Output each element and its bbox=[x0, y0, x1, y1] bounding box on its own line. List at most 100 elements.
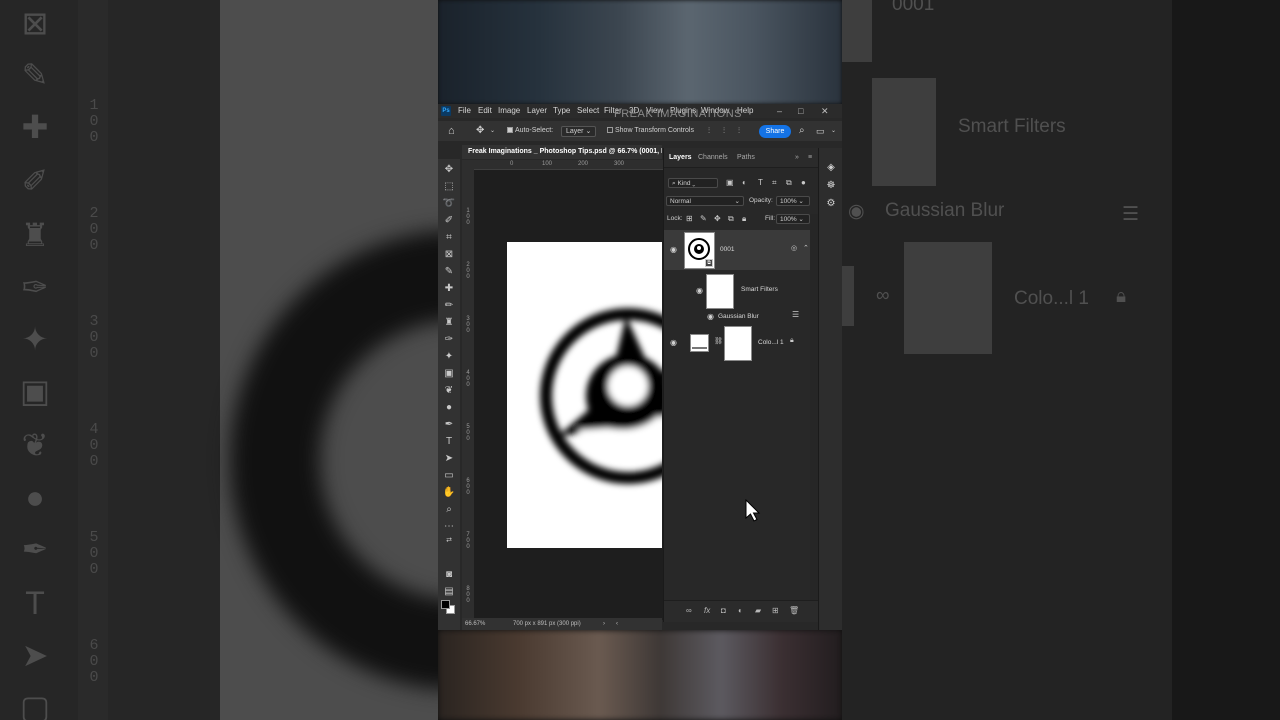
lasso-tool-icon[interactable]: ➰ bbox=[442, 197, 456, 211]
move-tool-icon[interactable]: ✥ bbox=[476, 121, 484, 141]
layer-row-0001[interactable]: ◉ ⧉ 0001 ◎ ⌃ bbox=[664, 230, 810, 270]
tab-layers[interactable]: Layers bbox=[669, 148, 692, 168]
chevron-down-icon[interactable]: ⌄ bbox=[490, 121, 495, 141]
align-center-icon[interactable]: ⫶ bbox=[723, 121, 725, 141]
show-transform-toggle[interactable]: Show Transform Controls bbox=[607, 121, 694, 141]
menu-select[interactable]: Select bbox=[577, 104, 599, 118]
search-icon[interactable]: ⌕ bbox=[799, 121, 805, 141]
collapse-panel-icon[interactable]: » bbox=[795, 148, 799, 168]
filter-adjustment-icon[interactable]: ◐ bbox=[742, 175, 747, 191]
swap-colors-icon[interactable]: ⇄ bbox=[442, 534, 456, 548]
delete-layer-icon[interactable]: 🗑︎ bbox=[789, 606, 799, 615]
clone-stamp-tool-icon[interactable]: ♜ bbox=[442, 316, 456, 330]
tab-paths[interactable]: Paths bbox=[737, 148, 755, 168]
lock-position-icon[interactable]: ✥ bbox=[714, 211, 721, 227]
properties-panel-icon[interactable]: ⚙ bbox=[824, 197, 838, 211]
menu-image[interactable]: Image bbox=[498, 104, 520, 118]
visibility-eye-icon[interactable]: ◉ bbox=[695, 286, 704, 295]
gaussian-blur-label[interactable]: Gaussian Blur bbox=[718, 313, 759, 320]
quick-select-tool-icon[interactable]: ✐ bbox=[442, 214, 456, 228]
foreground-color-swatch[interactable] bbox=[441, 600, 450, 609]
workspace-chevron-icon[interactable]: ⌄ bbox=[831, 121, 836, 141]
brush-tool-icon[interactable]: ✏ bbox=[442, 299, 456, 313]
lock-artboard-icon[interactable]: ⧉ bbox=[728, 211, 734, 227]
gaussian-blur-row[interactable]: ◉ Gaussian Blur ☰ bbox=[664, 310, 810, 322]
opacity-field[interactable]: 100% ⌄ bbox=[776, 196, 810, 206]
collapse-chevron-icon[interactable]: ⌃ bbox=[803, 244, 809, 252]
panel-menu-icon[interactable]: ≡ bbox=[808, 148, 812, 168]
lock-transparent-icon[interactable]: ⊞ bbox=[686, 211, 693, 227]
filter-smart-object-icon[interactable]: ⧉ bbox=[786, 175, 792, 191]
new-layer-icon[interactable]: ⊞ bbox=[772, 606, 779, 615]
marquee-tool-icon[interactable]: ⬚ bbox=[442, 180, 456, 194]
zoom-level[interactable]: 66.67% bbox=[465, 618, 485, 630]
show-transform-checkbox[interactable] bbox=[607, 127, 613, 134]
frame-tool-icon[interactable]: ⊠ bbox=[442, 248, 456, 262]
visibility-eye-icon[interactable]: ◉ bbox=[669, 338, 678, 347]
align-right-icon[interactable]: ⫶ bbox=[738, 121, 740, 141]
menu-file[interactable]: File bbox=[458, 104, 471, 118]
rectangle-tool-icon[interactable]: ▭ bbox=[442, 469, 456, 483]
smart-filter-mask-thumbnail[interactable] bbox=[706, 274, 734, 309]
close-button[interactable]: ✕ bbox=[821, 104, 829, 118]
fill-field[interactable]: 100% ⌄ bbox=[776, 214, 810, 224]
hand-tool-icon[interactable]: ✋ bbox=[442, 486, 456, 500]
move-tool-icon[interactable]: ✥ bbox=[442, 163, 456, 177]
filter-type-icon[interactable]: T bbox=[758, 175, 763, 191]
history-brush-tool-icon[interactable]: ✑ bbox=[442, 333, 456, 347]
align-left-icon[interactable]: ⫶ bbox=[708, 121, 710, 141]
status-chevron-icon[interactable]: › bbox=[603, 618, 605, 630]
auto-select-target-dropdown[interactable]: Layer ⌄ bbox=[561, 126, 597, 137]
menu-edit[interactable]: Edit bbox=[478, 104, 492, 118]
document-tab[interactable]: Freak Imaginations _ Photoshop Tips.psd … bbox=[462, 145, 662, 159]
add-mask-icon[interactable]: ◘ bbox=[721, 606, 726, 615]
menu-layer[interactable]: Layer bbox=[527, 104, 547, 118]
link-chain-icon[interactable]: ⛓ bbox=[714, 337, 723, 345]
auto-select-toggle[interactable]: Auto-Select: bbox=[507, 121, 553, 141]
screen-mode-icon[interactable]: ▤ bbox=[442, 585, 456, 599]
filter-kind-dropdown[interactable]: ⌕ Kind ⌄ bbox=[668, 178, 718, 188]
lock-all-icon[interactable]: 🔒︎ bbox=[742, 211, 746, 227]
lock-pixels-icon[interactable]: ✎ bbox=[700, 211, 707, 227]
eraser-tool-icon[interactable]: ✦ bbox=[442, 350, 456, 364]
blur-tool-icon[interactable]: ❦ bbox=[442, 384, 456, 398]
layer-name[interactable]: Colo...l 1 bbox=[758, 339, 784, 346]
visibility-eye-icon[interactable]: ◉ bbox=[669, 245, 678, 254]
quick-mask-icon[interactable]: ◙ bbox=[442, 568, 456, 582]
layer-row-color-fill[interactable]: ◉ ⛓ Colo...l 1 🔒︎ bbox=[664, 324, 810, 362]
filter-blending-options-icon[interactable]: ☰ bbox=[792, 310, 799, 319]
minimize-button[interactable]: – bbox=[777, 104, 782, 118]
more-tools-icon[interactable]: ⋯ bbox=[442, 520, 456, 534]
fx-icon[interactable]: fx bbox=[704, 606, 710, 615]
filter-shape-icon[interactable]: ⌗ bbox=[772, 175, 777, 191]
adjustment-layer-icon[interactable]: ◐ bbox=[738, 606, 743, 615]
maximize-button[interactable]: □ bbox=[798, 104, 803, 118]
blend-mode-dropdown[interactable]: Normal ⌄ bbox=[666, 196, 744, 206]
pen-tool-icon[interactable]: ✒ bbox=[442, 418, 456, 432]
zoom-tool-icon[interactable]: ⌕ bbox=[442, 503, 456, 517]
healing-brush-tool-icon[interactable]: ✚ bbox=[442, 282, 456, 296]
smart-filters-row[interactable]: ◉ Smart Filters bbox=[664, 272, 810, 310]
layers-scrollbar[interactable] bbox=[810, 214, 818, 600]
document-canvas[interactable] bbox=[507, 242, 662, 548]
tab-channels[interactable]: Channels bbox=[698, 148, 728, 168]
type-tool-icon[interactable]: T bbox=[442, 435, 456, 449]
link-layers-icon[interactable]: ∞ bbox=[686, 606, 692, 615]
auto-select-checkbox[interactable] bbox=[507, 127, 513, 134]
share-button[interactable]: Share bbox=[759, 125, 791, 138]
status-scroll-icon[interactable]: ‹ bbox=[616, 618, 618, 630]
path-select-tool-icon[interactable]: ➤ bbox=[442, 452, 456, 466]
visibility-eye-icon[interactable]: ◉ bbox=[706, 312, 715, 321]
adjustments-panel-icon[interactable]: ☸ bbox=[824, 179, 838, 193]
gradient-tool-icon[interactable]: ▣ bbox=[442, 367, 456, 381]
dodge-tool-icon[interactable]: ● bbox=[442, 401, 456, 415]
menu-type[interactable]: Type bbox=[553, 104, 570, 118]
filter-pixel-icon[interactable]: ▣ bbox=[726, 175, 734, 191]
home-icon[interactable]: ⌂ bbox=[448, 121, 455, 141]
crop-tool-icon[interactable]: ⌗ bbox=[442, 231, 456, 245]
filter-toggle-icon[interactable]: ● bbox=[801, 175, 806, 191]
workspace-icon[interactable]: ▭ bbox=[816, 121, 825, 141]
layer-name[interactable]: 0001 bbox=[720, 246, 734, 253]
layers-panel-icon[interactable]: ◈ bbox=[824, 161, 838, 175]
layer-mask-thumbnail[interactable] bbox=[724, 326, 752, 361]
